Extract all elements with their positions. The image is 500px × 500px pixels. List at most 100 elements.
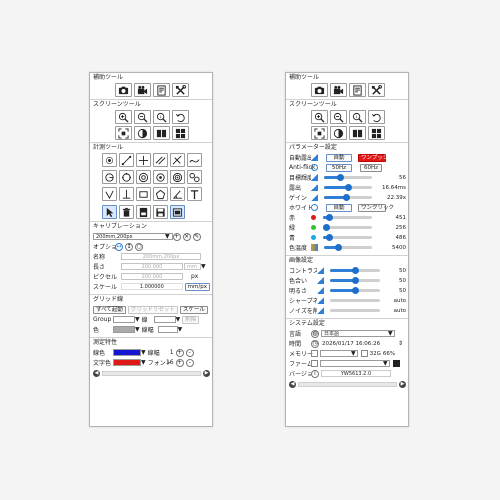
chevron-down-icon[interactable]: ▼: [351, 350, 356, 357]
color-temp-slider[interactable]: [324, 244, 372, 251]
zoom-out-button[interactable]: [329, 110, 347, 124]
firmware-select[interactable]: [320, 360, 390, 367]
increase-icon[interactable]: +: [175, 348, 184, 357]
antiflick-50hz-button[interactable]: 50Hz: [326, 163, 352, 172]
concentric-tool[interactable]: [135, 170, 151, 184]
rotate-button[interactable]: [171, 110, 189, 124]
scroll-track[interactable]: [102, 370, 201, 376]
zoom-out-button[interactable]: [133, 110, 151, 124]
rectangle-tool[interactable]: [135, 187, 151, 201]
add-icon[interactable]: +: [172, 232, 181, 241]
exposure-slider[interactable]: [324, 184, 372, 191]
vertical-option-icon[interactable]: ↕: [125, 242, 133, 251]
point-tool[interactable]: [101, 153, 117, 167]
circle-3pt-tool[interactable]: [118, 170, 134, 184]
report-button[interactable]: [348, 83, 366, 97]
scroll-right-icon[interactable]: ▶: [399, 380, 406, 388]
free-option-icon[interactable]: ○: [135, 242, 143, 251]
horizontal-scrollbar[interactable]: ◀ ▶: [289, 380, 406, 388]
chevron-down-icon[interactable]: ▼: [176, 316, 181, 323]
tools-button[interactable]: [171, 83, 189, 97]
chevron-down-icon[interactable]: ▼: [141, 349, 146, 356]
curve-tool[interactable]: [186, 153, 202, 167]
edit-icon[interactable]: ✎: [192, 232, 201, 241]
chevron-down-icon[interactable]: ▼: [388, 330, 393, 337]
red-slider[interactable]: [323, 214, 372, 221]
grid-scale-button[interactable]: スケール: [179, 305, 208, 314]
fit-screen-button[interactable]: [310, 126, 328, 140]
chevron-down-icon[interactable]: ▼: [201, 263, 206, 270]
length-field[interactable]: 200.000: [121, 263, 183, 270]
grid-reset-button[interactable]: グリッドリセット: [127, 305, 178, 314]
contrast-button[interactable]: [133, 126, 151, 140]
delete-icon[interactable]: ×: [182, 232, 191, 241]
arc-tool[interactable]: [152, 170, 168, 184]
grid-delete-button[interactable]: 削除: [182, 315, 200, 324]
zoom-in-button[interactable]: [114, 110, 132, 124]
brightness-slider[interactable]: [330, 287, 380, 294]
one-push-button[interactable]: ワンプッシュ: [358, 153, 394, 162]
chevron-down-icon[interactable]: ▼: [135, 316, 140, 323]
polyline-tool[interactable]: [101, 187, 117, 201]
record-button[interactable]: [329, 83, 347, 97]
sharpness-slider[interactable]: [330, 299, 380, 302]
line-color-swatch[interactable]: [113, 349, 141, 356]
delete-button[interactable]: [118, 205, 134, 219]
wb-one-click-button[interactable]: ワンクリック: [358, 203, 394, 212]
pixel-field[interactable]: 200.000: [121, 273, 183, 280]
scroll-left-icon[interactable]: ◀: [93, 369, 100, 377]
green-slider[interactable]: [323, 224, 372, 231]
horizontal-scrollbar[interactable]: ◀ ▶: [93, 369, 210, 377]
horizontal-option-icon[interactable]: ↔: [115, 242, 123, 251]
chevron-down-icon[interactable]: ▼: [383, 360, 388, 367]
antiflick-60hz-button[interactable]: 60Hz: [360, 163, 382, 172]
tools-button[interactable]: [367, 83, 385, 97]
export-button[interactable]: [135, 205, 151, 219]
scroll-track[interactable]: [298, 381, 397, 387]
line-select[interactable]: [153, 316, 176, 323]
calibration-preset-select[interactable]: 200mm,200px: [93, 233, 173, 240]
chevron-down-icon[interactable]: ▼: [141, 359, 146, 366]
length-unit-select[interactable]: mm: [184, 263, 201, 270]
contrast-slider[interactable]: [330, 267, 380, 274]
language-select[interactable]: 日本語: [321, 330, 395, 337]
circle-distance-tool[interactable]: [186, 170, 202, 184]
quad-view-button[interactable]: [367, 126, 385, 140]
scroll-right-icon[interactable]: ▶: [203, 369, 210, 377]
gain-slider[interactable]: [324, 194, 372, 201]
firmware-update-icon[interactable]: [392, 360, 400, 367]
camera-button[interactable]: [114, 83, 132, 97]
polygon-tool[interactable]: [152, 187, 168, 201]
blue-slider[interactable]: [323, 234, 372, 241]
target-tool[interactable]: [169, 170, 185, 184]
zoom-in-button[interactable]: [310, 110, 328, 124]
start-all-button[interactable]: すべて起動: [93, 305, 126, 314]
name-field[interactable]: 200mm,200px: [121, 253, 201, 260]
zoom-reset-button[interactable]: 1: [348, 110, 366, 124]
increase-icon[interactable]: +: [175, 358, 184, 367]
time-spinner-icon[interactable]: ⇕: [398, 340, 403, 347]
grid-width-select[interactable]: [157, 326, 178, 333]
wb-auto-button[interactable]: 自動: [326, 203, 352, 212]
grid-color-swatch[interactable]: [113, 326, 135, 333]
decrease-icon[interactable]: -: [185, 358, 194, 367]
select-tool[interactable]: [101, 205, 117, 219]
text-color-swatch[interactable]: [113, 359, 141, 366]
zoom-reset-button[interactable]: 1: [152, 110, 170, 124]
split-view-button[interactable]: [348, 126, 366, 140]
crosshair-tool[interactable]: [135, 153, 151, 167]
report-button[interactable]: [152, 83, 170, 97]
save-button[interactable]: [152, 205, 168, 219]
decrease-icon[interactable]: -: [185, 348, 194, 357]
chevron-down-icon[interactable]: ▼: [165, 233, 170, 240]
auto-exposure-button[interactable]: 自動: [326, 153, 352, 162]
camera-button[interactable]: [310, 83, 328, 97]
scale-unit-button[interactable]: mm/px: [184, 282, 210, 291]
fit-screen-button[interactable]: [114, 126, 132, 140]
perpendicular-tool[interactable]: [169, 153, 185, 167]
split-view-button[interactable]: [152, 126, 170, 140]
noise-slider[interactable]: [330, 309, 380, 312]
quad-view-button[interactable]: [171, 126, 189, 140]
scroll-left-icon[interactable]: ◀: [289, 380, 296, 388]
parallel-tool[interactable]: [152, 153, 168, 167]
